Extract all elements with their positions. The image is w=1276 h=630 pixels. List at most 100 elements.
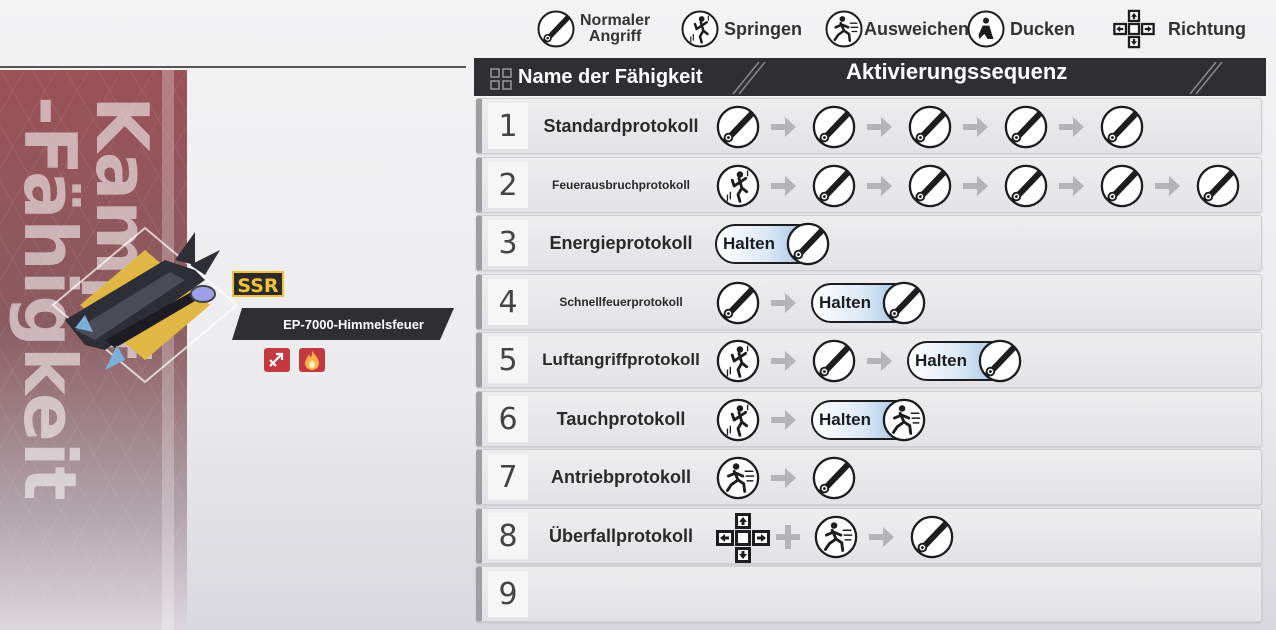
legend-dodge: Ausweichen [824, 6, 969, 52]
skill-row: 6 Tauchprotokoll Halten [476, 390, 1262, 447]
sword-icon [1003, 104, 1049, 150]
dpad-icon [715, 512, 771, 564]
weapon-artwork [45, 220, 245, 390]
arrow-right-icon [769, 348, 797, 374]
dodge-icon [715, 455, 761, 501]
column-header-sequence: Aktivierungssequenz [846, 59, 1068, 84]
attack-type-icon [264, 348, 290, 372]
arrow-right-icon [865, 114, 893, 140]
sword-icon [811, 338, 857, 384]
hold-label: Halten [723, 234, 775, 253]
skill-name: Feuerausbruchprotokoll [551, 177, 691, 192]
sword-icon [907, 163, 953, 209]
arrow-right-icon [1057, 173, 1085, 199]
weapon-name: EP-7000-Himmelsfeuer [232, 308, 454, 340]
legend-direction-label: Richtung [1168, 19, 1246, 39]
fire-element-icon [299, 348, 325, 372]
arrow-right-icon [769, 290, 797, 316]
dpad-icon [1112, 9, 1156, 49]
jump-icon [680, 9, 720, 49]
top-divider [0, 66, 466, 68]
skill-name [532, 567, 710, 621]
header-divider [732, 61, 766, 95]
skill-number: 6 [488, 395, 528, 442]
hold-attack-pill: Halten [907, 341, 1019, 381]
dodge-icon [813, 514, 859, 560]
skill-number: 4 [488, 278, 528, 325]
hold-label: Halten [819, 292, 871, 312]
rarity-badge: SSR [232, 271, 284, 297]
skill-row: 8 Überfallprotokoll [476, 507, 1262, 564]
arrow-right-icon [865, 348, 893, 374]
skill-number: 1 [488, 103, 528, 149]
legend-attack-line1: Normaler [580, 12, 651, 29]
legend-attack-line2: Angriff [588, 28, 642, 45]
jump-icon [715, 163, 761, 209]
sword-icon [811, 455, 857, 501]
legend-crouch-label: Ducken [1010, 19, 1076, 39]
sword-icon [977, 338, 1023, 384]
arrow-right-icon [769, 114, 797, 140]
sword-icon [907, 104, 953, 150]
sword-icon [881, 280, 927, 326]
hold-label: Halten [915, 351, 967, 370]
legend-dodge-label: Ausweichen [864, 19, 970, 39]
sword-icon [1195, 163, 1241, 209]
skill-row: 4 Schnellfeuerprotokoll Halten [476, 273, 1262, 330]
jump-icon [715, 397, 761, 443]
hold-attack-pill: Halten [811, 283, 923, 323]
table-header: Name der Fähigkeit Aktivierungssequenz [474, 58, 1266, 96]
hold-dodge-pill: Halten [811, 400, 923, 440]
skill-row: 3 Energieprotokoll Halten [476, 215, 1262, 271]
arrow-right-icon [769, 407, 797, 433]
arrow-right-icon [769, 465, 797, 491]
sword-icon [715, 280, 761, 326]
skill-name: Schnellfeuerprotokoll [559, 294, 683, 309]
sword-icon [715, 104, 761, 150]
sword-icon [785, 221, 831, 267]
skill-name: Energieprotokoll [549, 233, 693, 253]
plus-icon [775, 524, 801, 550]
skill-number: 7 [488, 454, 528, 500]
skill-row: 5 Luftangriffprotokoll Halten [476, 332, 1262, 388]
arrow-right-icon [1153, 173, 1181, 199]
sword-icon [909, 514, 955, 560]
dodge-icon [881, 397, 927, 443]
sword-icon [1003, 163, 1049, 209]
skill-name: Antriebprotokoll [551, 467, 691, 487]
skill-number: 9 [488, 571, 528, 617]
arrow-right-icon [961, 114, 989, 140]
skill-name: Luftangriffprotokoll [542, 350, 700, 369]
sword-icon [811, 163, 857, 209]
skill-row: 9 [476, 566, 1262, 622]
hold-label: Halten [819, 409, 871, 429]
skill-number: 5 [488, 337, 528, 383]
skill-row: 1 Standardprotokoll [476, 98, 1262, 154]
skill-number: 2 [488, 161, 528, 208]
crouch-icon [966, 9, 1006, 49]
legend-jump-label: Springen [724, 19, 803, 39]
skill-row: 2 Feuerausbruchprotokoll [476, 156, 1262, 213]
legend-crouch: Ducken [966, 6, 1075, 52]
sword-icon [536, 9, 576, 49]
skill-row: 7 Antriebprotokoll [476, 449, 1262, 505]
header-divider-end [1189, 61, 1223, 95]
skill-name: Überfallprotokoll [548, 525, 693, 546]
jump-icon [715, 338, 761, 384]
skill-name: Tauchprotokoll [556, 408, 686, 429]
legend-attack: Normaler Angriff [536, 6, 650, 52]
skill-number: 8 [488, 512, 528, 559]
legend-jump: Springen [680, 6, 802, 52]
controls-legend: Normaler Angriff Springen Ausweichen Duc… [536, 6, 1272, 52]
dodge-icon [824, 9, 864, 49]
legend-direction: Richtung [1112, 6, 1246, 52]
skill-name: Standardprotokoll [543, 116, 699, 136]
arrow-right-icon [867, 524, 895, 550]
grid-icon [490, 68, 512, 90]
sword-icon [1099, 163, 1145, 209]
arrow-right-icon [769, 173, 797, 199]
arrow-right-icon [961, 173, 989, 199]
sword-icon [811, 104, 857, 150]
skill-number: 3 [488, 220, 528, 266]
sword-icon [1099, 104, 1145, 150]
